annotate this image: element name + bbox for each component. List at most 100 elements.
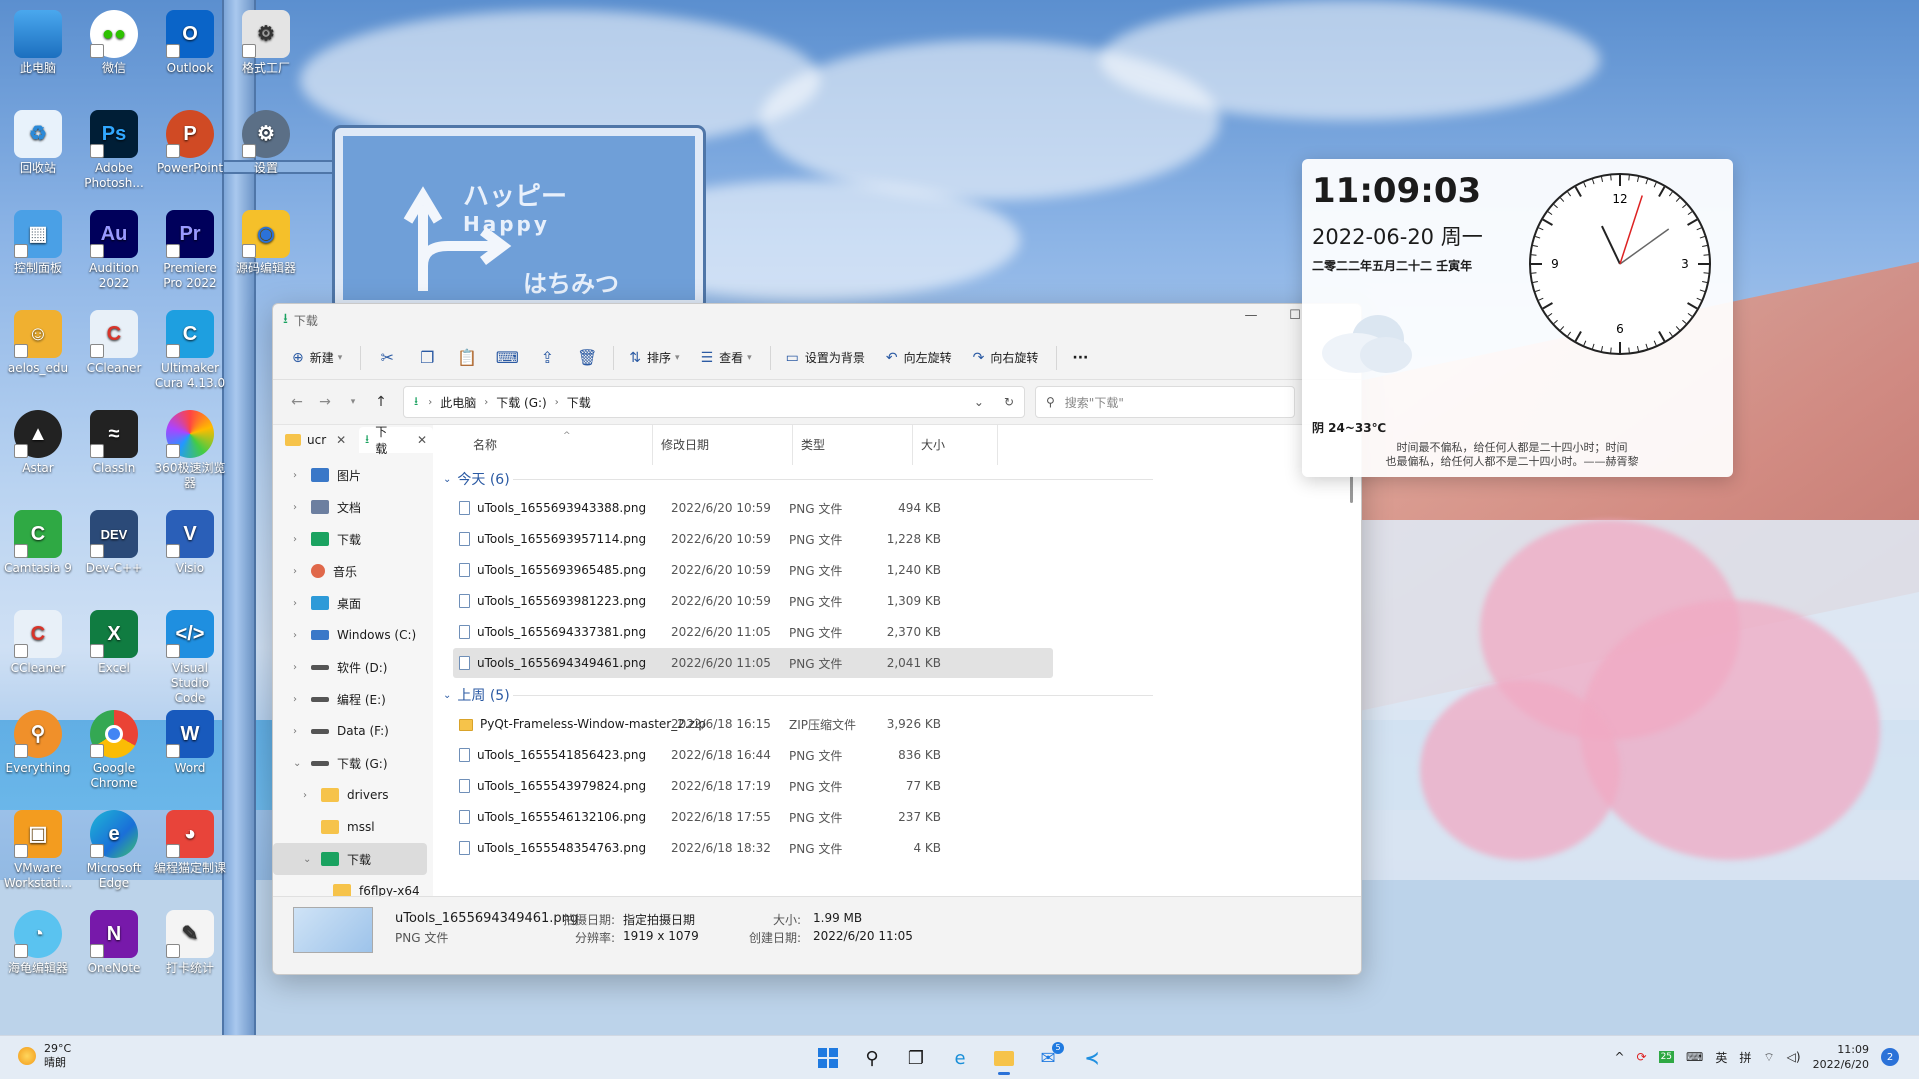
tree-item-drive-e[interactable]: › 编程 (E:) [273,683,433,715]
tree-item-drive-g[interactable]: ⌄ 下载 (G:) [273,747,433,779]
desktop-icon-photoshop[interactable]: Ps Adobe Photosh... [78,110,150,191]
minimize-button[interactable]: — [1229,308,1273,332]
tree-item-mssl[interactable]: mssl [273,811,433,843]
chevron-right-icon[interactable]: › [293,566,311,577]
notification-badge[interactable]: 2 [1881,1048,1899,1066]
desktop-icon-excel[interactable]: X Excel [78,610,150,676]
file-row[interactable]: uTools_1655541856423.png 2022/6/18 16:44 P… [453,740,1053,770]
desktop-icon-outlook[interactable]: O Outlook [154,10,226,76]
desktop-icon-vmware[interactable]: ▣ VMware Workstati... [2,810,74,891]
keyboard-icon[interactable]: ⌨ [1686,1050,1703,1064]
chevron-right-icon[interactable]: › [293,662,311,673]
breadcrumb-this-pc[interactable]: 此电脑 [440,394,476,411]
file-row[interactable]: uTools_1655546132106.png 2022/6/18 17:55 P… [453,802,1053,832]
search-input[interactable]: ⚲ 搜索"下载" [1035,386,1295,418]
forward-button[interactable]: → [311,394,339,410]
desktop-icon-astar[interactable]: ▲ Astar [2,410,74,476]
desktop-icon-control-panel[interactable]: ▦ 控制面板 [2,210,74,276]
recent-locations-button[interactable]: ▾ [339,397,367,407]
file-row[interactable]: uTools_1655548354763.png 2022/6/18 18:32 P… [453,833,1053,863]
chevron-down-icon[interactable]: ⌄ [974,395,984,409]
taskbar-file-explorer[interactable] [986,1040,1022,1076]
tree-item-drive-c[interactable]: › Windows (C:) [273,619,433,651]
rotate-right-button[interactable]: ↷ 向右旋转 [964,343,1048,372]
delete-button[interactable]: 🗑 [567,348,607,367]
breadcrumb-downloads[interactable]: 下载 [567,394,591,411]
desktop-icon-format-factory[interactable]: ⚙ 格式工厂 [230,10,302,76]
file-row[interactable]: uTools_1655693943388.png 2022/6/20 10:59 P… [453,493,1053,523]
desktop-icon-onenote[interactable]: N OneNote [78,910,150,976]
file-row[interactable]: uTools_1655693957114.png 2022/6/20 10:59 P… [453,524,1053,554]
chevron-right-icon[interactable]: › [293,470,311,481]
paste-button[interactable]: 📋 [447,348,487,367]
group-header[interactable]: ⌄ 上周 (5) [443,685,510,705]
desktop-icon-vscode[interactable]: </> Visual Studio Code [154,610,226,706]
wifi-icon[interactable]: ⌔ [1763,1050,1774,1065]
more-options-button[interactable]: ··· [1063,344,1097,372]
chevron-right-icon[interactable]: › [293,534,311,545]
file-row[interactable]: uTools_1655543979824.png 2022/6/18 17:19 P… [453,771,1053,801]
taskbar-clock[interactable]: 11:09 2022/6/20 [1813,1042,1869,1072]
desktop-icon-word[interactable]: W Word [154,710,226,776]
set-background-button[interactable]: ▭ 设置为背景 [777,343,874,372]
desktop-icon-ccleaner[interactable]: C CCleaner [78,310,150,376]
tab-downloads[interactable]: ⭳ 下载 ✕ [359,425,433,456]
chevron-down-icon[interactable]: ⌄ [293,758,311,769]
taskbar-search-button[interactable]: ⚲ [854,1040,890,1076]
desktop-icon-edge[interactable]: e Microsoft Edge [78,810,150,891]
desktop-icon-powerpoint[interactable]: P PowerPoint [154,110,226,176]
tree-item-drive-d[interactable]: › 软件 (D:) [273,651,433,683]
start-button[interactable] [810,1040,846,1076]
desktop-icon-audition[interactable]: Au Audition 2022 [78,210,150,291]
desktop-icon-code-editor[interactable]: ◉ 源码编辑器 [230,210,302,276]
chevron-right-icon[interactable]: › [303,790,321,801]
tree-item-downloads[interactable]: › 下载 [273,523,433,555]
column-header-type[interactable]: 类型 [793,425,913,465]
refresh-icon[interactable]: ↻ [1004,395,1014,409]
up-button[interactable]: ↑ [367,394,395,410]
desktop-icon-360-browser[interactable]: 360极速浏览器 [154,410,226,491]
ime-pinyin[interactable]: 拼 [1739,1049,1751,1066]
desktop-icon-settings[interactable]: ⚙ 设置 [230,110,302,176]
window-titlebar[interactable]: ⭳ 下载 — ☐ [273,304,1361,336]
desktop-icon-cura[interactable]: C Ultimaker Cura 4.13.0 [154,310,226,391]
taskbar-edge[interactable]: e [942,1040,978,1076]
taskbar-weather[interactable]: 29°C 晴朗 [18,1042,71,1070]
tree-item-music[interactable]: › 音乐 [273,555,433,587]
desktop-icon-camtasia[interactable]: C Camtasia 9 [2,510,74,576]
desktop-icon-chrome[interactable]: Google Chrome [78,710,150,791]
group-header[interactable]: ⌄ 今天 (6) [443,469,510,489]
task-view-button[interactable]: ❐ [898,1040,934,1076]
tray-overflow-icon[interactable]: ^ [1614,1050,1624,1064]
rename-button[interactable]: ⌨ [487,348,527,367]
close-icon[interactable]: ✕ [417,433,427,447]
close-icon[interactable]: ✕ [336,433,346,447]
desktop-icon-checkin-stats[interactable]: ✎ 打卡统计 [154,910,226,976]
desktop-icon-devcpp[interactable]: DEV Dev-C++ [78,510,150,576]
file-row[interactable]: uTools_1655693981223.png 2022/6/20 10:59 P… [453,586,1053,616]
rotate-left-button[interactable]: ↶ 向左旋转 [877,343,961,372]
desktop-icon-everything[interactable]: ⚲ Everything [2,710,74,776]
tree-item-drivers[interactable]: › drivers [273,779,433,811]
breadcrumb-drive-g[interactable]: 下载 (G:) [496,394,547,411]
desktop-icon-recycle-bin[interactable]: ♻ 回收站 [2,110,74,176]
tree-item-drive-f[interactable]: › Data (F:) [273,715,433,747]
desktop-icon-premiere[interactable]: Pr Premiere Pro 2022 [154,210,226,291]
tray-battery-icon[interactable]: 25 [1658,1051,1675,1063]
file-row[interactable]: PyQt-Frameless-Window-master_2.zip 2022/6… [453,709,1053,739]
copy-button[interactable]: ❐ [407,348,447,367]
view-button[interactable]: ☰ 查看 ▾ [692,343,761,372]
share-button[interactable]: ⇪ [527,348,567,367]
chevron-right-icon[interactable]: › [293,726,311,737]
scrollbar[interactable] [1350,475,1353,503]
desktop-icon-classin[interactable]: ≈ ClassIn [78,410,150,476]
chevron-right-icon[interactable]: › [293,598,311,609]
ime-mode[interactable]: 英 [1715,1049,1727,1066]
chevron-down-icon[interactable]: ⌄ [303,854,321,865]
tree-item-downloads-g[interactable]: ⌄ 下载 [273,843,427,875]
desktop-icon-wechat[interactable]: ●● 微信 [78,10,150,76]
desktop-icon-this-pc[interactable]: 此电脑 [2,10,74,76]
cut-button[interactable]: ✂ [367,348,407,367]
taskbar-vscode[interactable]: ≺ [1074,1040,1110,1076]
column-header-modified[interactable]: 修改日期 [653,425,793,465]
